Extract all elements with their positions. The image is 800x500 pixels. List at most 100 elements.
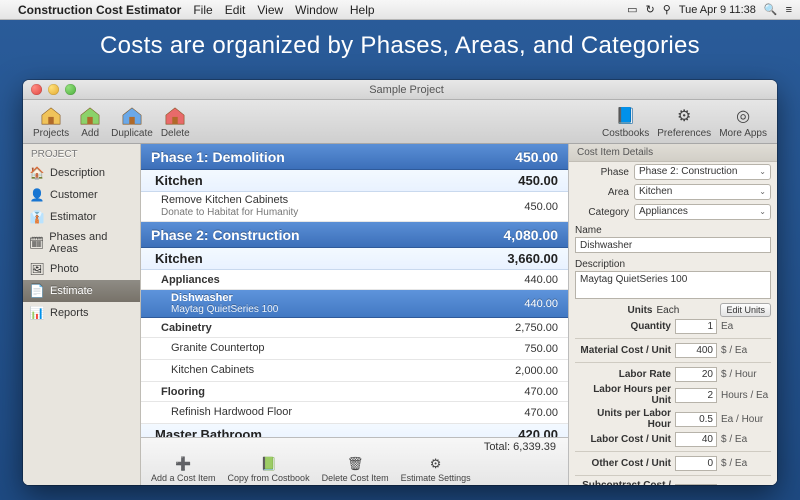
menu-file[interactable]: File [193, 3, 212, 17]
name-input[interactable]: Dishwasher [575, 237, 771, 253]
preferences-icon: ⚙ [671, 104, 697, 128]
sub-cost-input[interactable]: 0 [675, 484, 717, 486]
estimate-row[interactable]: Cabinetry2,750.00 [141, 318, 568, 338]
addcost-button[interactable]: ➕Add a Cost Item [147, 455, 220, 483]
copycost-button[interactable]: 📗Copy from Costbook [224, 455, 314, 483]
row-amount: 2,000.00 [478, 365, 558, 377]
toolbar-add-button[interactable]: Add [77, 104, 103, 139]
menu-edit[interactable]: Edit [225, 3, 246, 17]
labor-hours-unit: Hours / Ea [721, 390, 771, 401]
estimate-row[interactable]: DishwasherMaytag QuietSeries 100440.00 [141, 290, 568, 318]
estimator-icon: 👔 [29, 209, 45, 225]
estimate-row[interactable]: Phase 2: Construction4,080.00 [141, 222, 568, 248]
row-sublabel: Donate to Habitat for Humanity [161, 207, 478, 219]
notifications-icon[interactable]: ≡ [786, 4, 792, 16]
estimate-row[interactable]: Remove Kitchen CabinetsDonate to Habitat… [141, 192, 568, 222]
toolbar-duplicate-button[interactable]: Duplicate [111, 104, 153, 139]
toolbar-delete-button[interactable]: Delete [161, 104, 190, 139]
app-name[interactable]: Construction Cost Estimator [18, 3, 181, 17]
estimate-list: Phase 1: Demolition450.00Kitchen450.00Re… [141, 144, 569, 485]
estsettings-button[interactable]: ⚙Estimate Settings [397, 455, 475, 483]
estimate-row[interactable]: Kitchen450.00 [141, 170, 568, 192]
material-cost-unit: $ / Ea [721, 345, 771, 356]
estimate-icon: 📄 [29, 283, 45, 299]
estimate-row[interactable]: Granite Countertop750.00 [141, 338, 568, 360]
row-amount: 440.00 [478, 274, 558, 286]
description-icon: 🏠 [29, 165, 45, 181]
sidebar-item-estimator[interactable]: 👔 Estimator [23, 206, 140, 228]
sidebar-group-label: PROJECT [23, 146, 140, 162]
category-select[interactable]: Appliances [634, 204, 771, 220]
toolbar-label: More Apps [719, 128, 767, 139]
other-cost-input[interactable]: 0 [675, 456, 717, 471]
toolbar-label: Costbooks [602, 128, 649, 139]
sidebar-item-description[interactable]: 🏠 Description [23, 162, 140, 184]
toolbar-moreapps-button[interactable]: ◎More Apps [719, 104, 767, 139]
row-amount: 3,660.00 [478, 251, 558, 266]
banner-text: Costs are organized by Phases, Areas, an… [0, 20, 800, 70]
labor-rate-input[interactable]: 20 [675, 367, 717, 382]
units-per-hour-input[interactable]: 0.5 [675, 412, 717, 427]
window-toolbar: ProjectsAddDuplicateDelete 📘Costbooks⚙Pr… [23, 100, 777, 144]
labor-hours-input[interactable]: 2 [675, 388, 717, 403]
phase-select[interactable]: Phase 2: Construction [634, 164, 771, 180]
estimate-row[interactable]: Kitchen3,660.00 [141, 248, 568, 270]
estimate-row[interactable]: Flooring470.00 [141, 382, 568, 402]
edit-units-button[interactable]: Edit Units [720, 303, 771, 317]
sidebar-item-phases[interactable]: 🗓Phases and Areas [23, 228, 140, 258]
toolbar-label: Preferences [657, 128, 711, 139]
footer-btn-label: Copy from Costbook [228, 473, 310, 483]
estimate-row[interactable]: Kitchen Cabinets2,000.00 [141, 360, 568, 382]
row-label: Granite Countertop [171, 342, 478, 355]
spotlight-icon[interactable]: 🔍 [764, 3, 778, 16]
menu-window[interactable]: Window [295, 3, 338, 17]
sidebar-item-label: Customer [50, 189, 98, 201]
row-label: Phase 2: Construction [151, 227, 478, 243]
deletecost-button[interactable]: 🗑Delete Cost Item [318, 455, 393, 483]
airplay-icon[interactable]: ▭ [627, 3, 637, 16]
row-label: Master Bathroom [155, 427, 478, 437]
sidebar-item-reports[interactable]: 📊Reports [23, 302, 140, 324]
row-label: DishwasherMaytag QuietSeries 100 [171, 292, 478, 315]
window-titlebar: Sample Project [23, 80, 777, 100]
costbooks-icon: 📘 [613, 104, 639, 128]
toolbar-costbooks-button[interactable]: 📘Costbooks [602, 104, 649, 139]
row-label: Appliances [161, 274, 478, 286]
labor-cost-input[interactable]: 40 [675, 432, 717, 447]
footer-btn-label: Add a Cost Item [151, 473, 216, 483]
row-label: Phase 1: Demolition [151, 149, 478, 165]
quantity-label: Quantity [575, 321, 671, 332]
labor-cost-unit: $ / Ea [721, 434, 771, 445]
sidebar-item-photo[interactable]: 🖼Photo [23, 258, 140, 280]
toolbar-projects-button[interactable]: Projects [33, 104, 69, 139]
estimate-row[interactable]: Phase 1: Demolition450.00 [141, 144, 568, 170]
sidebar-item-estimate[interactable]: 📄Estimate [23, 280, 140, 302]
area-label: Area [575, 187, 629, 198]
sidebar-item-label: Estimator [50, 211, 96, 223]
sidebar-item-customer[interactable]: 👤 Customer [23, 184, 140, 206]
other-cost-unit: $ / Ea [721, 458, 771, 469]
clock: Tue Apr 9 11:38 [679, 4, 756, 16]
estimate-row[interactable]: Master Bathroom420.00 [141, 424, 568, 437]
units-select[interactable]: Each [656, 305, 716, 316]
zoom-traffic-light[interactable] [65, 84, 76, 95]
sidebar-item-label: Description [50, 167, 105, 179]
area-select[interactable]: Kitchen [634, 184, 771, 200]
minimize-traffic-light[interactable] [48, 84, 59, 95]
house-icon [119, 104, 145, 128]
material-cost-input[interactable]: 400 [675, 343, 717, 358]
customer-icon: 👤 [29, 187, 45, 203]
sync-icon[interactable]: ↻ [646, 3, 655, 16]
row-label: Kitchen [155, 251, 478, 266]
row-label: Remove Kitchen CabinetsDonate to Habitat… [161, 194, 478, 218]
estimate-row[interactable]: Refinish Hardwood Floor470.00 [141, 402, 568, 424]
quantity-input[interactable]: 1 [675, 319, 717, 334]
menu-view[interactable]: View [257, 3, 283, 17]
close-traffic-light[interactable] [31, 84, 42, 95]
estimate-row[interactable]: Appliances440.00 [141, 270, 568, 290]
toolbar-preferences-button[interactable]: ⚙Preferences [657, 104, 711, 139]
wifi-icon[interactable]: ⚲ [663, 3, 671, 16]
description-input[interactable]: Maytag QuietSeries 100 [575, 271, 771, 299]
menu-help[interactable]: Help [350, 3, 375, 17]
house-icon [38, 104, 64, 128]
